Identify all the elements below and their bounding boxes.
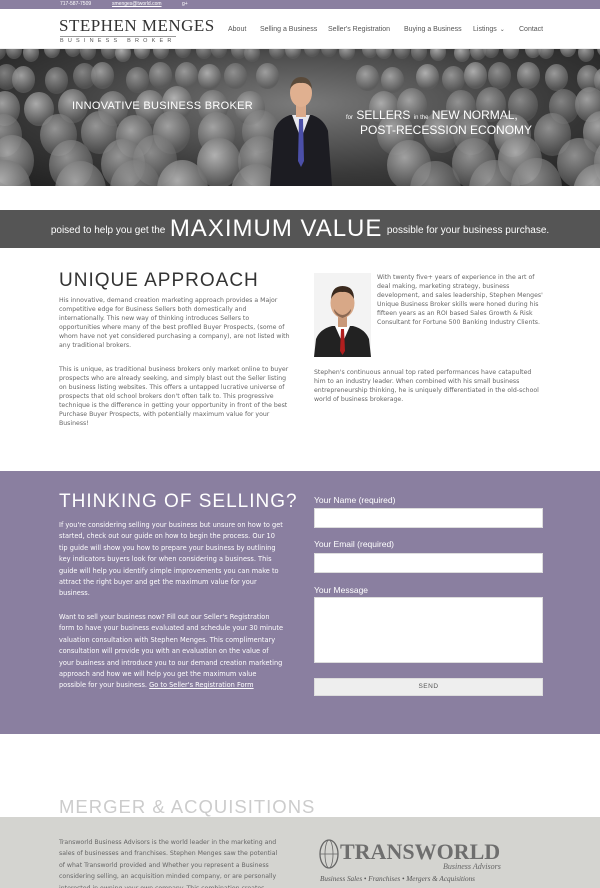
crowd-head — [244, 49, 261, 62]
crowd-head — [153, 49, 170, 59]
site-header: STEPHEN MENGES BUSINESS BROKER About Sel… — [0, 9, 600, 49]
crowd-head — [44, 67, 68, 94]
name-label: Your Name (required) — [314, 495, 396, 505]
crowd-head — [12, 66, 36, 93]
hero-post-recession: POST-RECESSION ECONOMY — [360, 123, 533, 137]
crowd-head — [134, 49, 151, 60]
crowd-head — [361, 49, 378, 59]
crowd-head — [442, 65, 466, 93]
crowd-head — [223, 62, 247, 90]
unique-approach-paragraph-2: This is unique, as traditional business … — [59, 366, 289, 427]
logo-name[interactable]: STEPHEN MENGES — [59, 16, 215, 36]
maximum-value-banner: poised to help you get the MAXIMUM VALUE… — [0, 210, 600, 248]
crowd-head — [394, 49, 411, 60]
crowd-head — [115, 49, 132, 63]
transworld-logo: TRANSWORLD Business Advisors Business Sa… — [319, 839, 501, 883]
crowd-head — [411, 49, 428, 61]
selling-section: THINKING OF SELLING? If you're consideri… — [0, 471, 600, 734]
crowd-head — [559, 49, 576, 57]
crowd-head — [482, 49, 499, 59]
crowd-head — [338, 49, 355, 61]
selling-paragraph-2: Want to sell your business now? Fill out… — [59, 612, 283, 692]
crowd-head — [487, 62, 511, 89]
crowd-head — [79, 49, 96, 61]
crowd-head — [285, 49, 302, 59]
crowd-head — [538, 49, 555, 59]
hero-sellers: SELLERS — [356, 108, 411, 122]
crowd-head — [544, 64, 568, 91]
nav-listings-label: Listings — [473, 26, 497, 33]
chevron-down-icon: ⌄ — [499, 27, 505, 33]
hero-for: for — [346, 115, 354, 121]
merger-section: Transworld Business Advisors is the worl… — [0, 817, 600, 888]
crowd-head — [320, 49, 337, 57]
selling-title: THINKING OF SELLING? — [59, 491, 298, 512]
broker-photo — [270, 77, 332, 186]
unique-approach-title: UNIQUE APPROACH — [59, 270, 259, 291]
email-field[interactable] — [314, 553, 543, 573]
crowd-head — [211, 49, 228, 59]
merger-title: MERGER & ACQUISITIONS — [59, 796, 316, 817]
hero-new-normal: NEW NORMAL, — [431, 108, 518, 122]
message-field[interactable] — [314, 597, 543, 663]
name-field[interactable] — [314, 508, 543, 528]
crowd-head — [578, 49, 595, 62]
top-bar: 717-587-7509 smenges@tworld.com g+ — [0, 0, 600, 9]
nav-contact[interactable]: Contact — [519, 26, 543, 33]
crowd-head — [23, 49, 40, 62]
hero-banner: INNOVATIVE BUSINESS BROKER for SELLERS i… — [0, 49, 600, 186]
message-label: Your Message — [314, 585, 369, 595]
crowd-head — [0, 49, 6, 60]
send-button[interactable]: SEND — [314, 678, 543, 696]
merger-text: Transworld Business Advisors is the worl… — [59, 839, 278, 888]
broker-bio-2: Stephen's continuous annual top rated pe… — [314, 369, 539, 403]
banner-highlight: MAXIMUM VALUE — [169, 215, 383, 242]
crowd-head — [429, 49, 446, 61]
sellers-registration-link[interactable]: Go to Seller's Registration Form — [149, 681, 253, 689]
google-plus-icon[interactable]: g+ — [182, 0, 188, 8]
crowd-head — [148, 62, 172, 89]
phone-number[interactable]: 717-587-7509 — [60, 0, 91, 8]
crowd-head — [44, 49, 61, 59]
crowd-head — [381, 66, 405, 93]
nav-buying-a-business[interactable]: Buying a Business — [404, 26, 462, 33]
unique-approach-paragraph-1: His innovative, demand creation marketin… — [59, 297, 290, 349]
broker-bio-1: With twenty five+ years of experience in… — [377, 274, 543, 326]
hero-left-text: INNOVATIVE BUSINESS BROKER — [72, 100, 253, 112]
hero-right-text: for SELLERS in the NEW NORMAL, POST-RECE… — [346, 108, 532, 137]
crowd-head — [304, 49, 321, 58]
crowd-head — [198, 63, 222, 91]
crowd-head — [502, 49, 519, 59]
hero-in-the: in the — [413, 115, 429, 121]
logo-tagline: BUSINESS BROKER — [60, 36, 176, 44]
banner-pre: poised to help you get the — [50, 225, 166, 236]
selling-paragraph-2-text: Want to sell your business now? Fill out… — [59, 613, 284, 690]
crowd-head — [175, 49, 192, 59]
crowd-head — [415, 64, 439, 91]
transworld-logo-sub: Business Advisors — [443, 862, 501, 871]
crowd-head — [453, 49, 470, 62]
transworld-logo-name: TRANSWORLD — [340, 839, 500, 864]
crowd-head — [464, 62, 488, 89]
nav-about[interactable]: About — [228, 26, 246, 33]
nav-sellers-registration[interactable]: Seller's Registration — [328, 26, 390, 33]
crowd-head — [175, 62, 199, 89]
crowd-head — [516, 62, 540, 89]
banner-post: possible for your business purchase. — [386, 225, 550, 236]
broker-portrait — [314, 273, 371, 357]
selling-paragraph-1: If you're considering selling your busin… — [59, 521, 283, 598]
transworld-logo-tagline: Business Sales • Franchises • Mergers & … — [320, 875, 475, 883]
crowd-head — [376, 49, 393, 60]
crowd-head — [269, 49, 286, 60]
nav-listings[interactable]: Listings ⌄ — [473, 26, 505, 33]
crowd-head — [196, 49, 213, 60]
crowd-head — [355, 64, 379, 92]
crowd-head — [64, 49, 81, 57]
crowd-head — [6, 49, 23, 60]
email-label: Your Email (required) — [314, 539, 394, 549]
crowd-head — [90, 62, 114, 89]
email-link[interactable]: smenges@tworld.com — [112, 0, 162, 8]
nav-selling-a-business[interactable]: Selling a Business — [260, 26, 317, 33]
